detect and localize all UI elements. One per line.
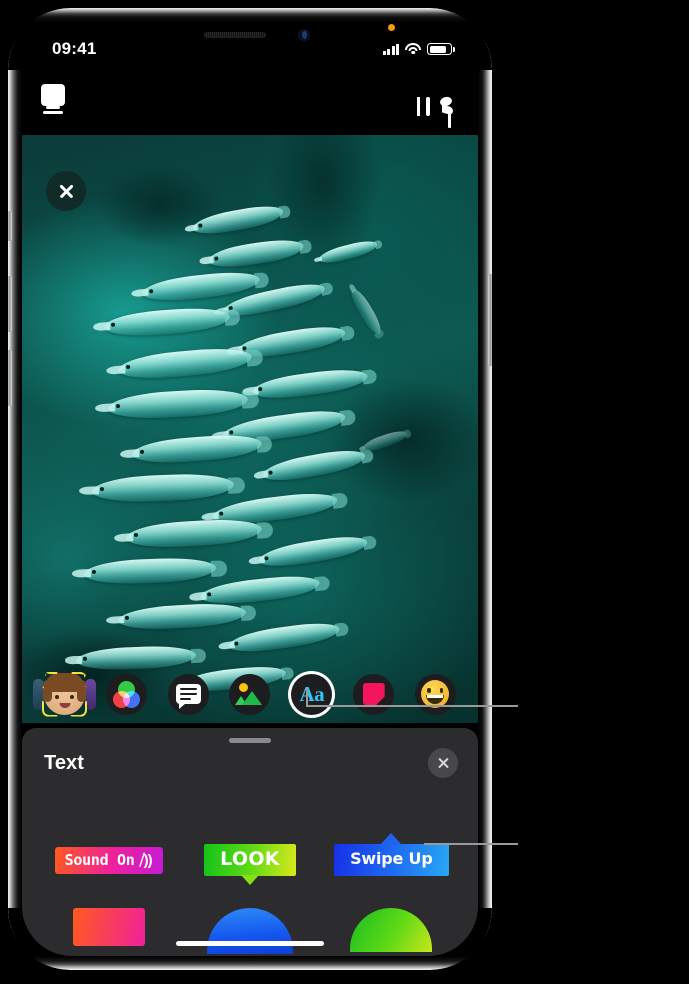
style-swipe-up-label: Swipe Up (350, 849, 433, 868)
status-indicators (382, 24, 455, 55)
phone-device-frame: 09:41 Aa Text Sound On ⧸)) LOOK Swipe Up (8, 8, 492, 970)
effects-item-stickers[interactable] (353, 673, 395, 715)
speaker-grille-icon (204, 32, 266, 38)
effects-item-filters[interactable] (105, 673, 147, 715)
microphone-indicator-dot (387, 24, 395, 31)
style-cell-pink-bar[interactable] (38, 908, 179, 956)
emoji-icon (421, 680, 450, 708)
front-camera-icon (298, 29, 310, 41)
top-toolbar-right-group (417, 95, 456, 128)
phone-screen: 09:41 Aa Text Sound On ⧸)) LOOK Swipe Up (22, 22, 478, 956)
style-look[interactable]: LOOK (204, 844, 296, 876)
callout-line-horizontal (424, 843, 518, 845)
effects-item-text[interactable]: Aa (291, 673, 333, 715)
style-blue-dome[interactable] (207, 908, 293, 954)
power-button[interactable] (488, 274, 492, 366)
text-style-row-2 (38, 908, 462, 956)
effects-item-memoji[interactable] (33, 674, 96, 715)
volume-up-button[interactable] (8, 276, 12, 332)
effects-item-photos[interactable] (229, 673, 271, 715)
text-style-grid: Sound On ⧸)) LOOK Swipe Up (22, 812, 478, 956)
style-cell-green-dome[interactable] (321, 908, 462, 956)
style-look-label: LOOK (220, 848, 280, 870)
style-cell-look[interactable]: LOOK (179, 812, 320, 908)
effects-item-emoji[interactable] (414, 673, 456, 715)
close-media-button[interactable] (46, 171, 86, 211)
silent-switch[interactable] (8, 211, 12, 241)
panel-title: Text (44, 752, 85, 774)
notch (166, 22, 334, 48)
callout-line-vertical (306, 688, 308, 706)
wifi-icon (405, 43, 421, 55)
style-sound-on[interactable]: Sound On ⧸)) (54, 846, 163, 874)
text-style-row-1: Sound On ⧸)) LOOK Swipe Up (38, 812, 462, 908)
effects-item-text-bubble[interactable] (167, 673, 209, 715)
photo-preview[interactable] (22, 135, 478, 723)
layout-icon (417, 96, 430, 116)
text-bubble-icon (175, 684, 201, 709)
style-swipe-up[interactable]: Swipe Up (334, 844, 449, 876)
sound-waves-icon: ⧸)) (139, 851, 153, 869)
style-cell-swipe-up[interactable]: Swipe Up (321, 812, 462, 908)
style-sound-on-label: Sound On (64, 850, 135, 869)
top-toolbar (22, 80, 478, 132)
status-time: 09:41 (52, 39, 97, 58)
style-pink-bar[interactable] (72, 908, 145, 946)
style-cell-blue-dome[interactable] (179, 908, 320, 956)
effects-toolbar: Aa (22, 668, 478, 720)
sheet-drag-handle[interactable] (229, 738, 271, 743)
text-style-panel: Text Sound On ⧸)) LOOK Swipe Up (22, 728, 478, 956)
layout-button[interactable] (417, 96, 430, 116)
callout-line-horizontal (306, 705, 518, 707)
memoji-icon (44, 674, 85, 715)
screenshot-stage: 09:41 Aa Text Sound On ⧸)) LOOK Swipe Up (0, 0, 689, 984)
style-cell-sound-on[interactable]: Sound On ⧸)) (38, 812, 179, 908)
close-icon (58, 183, 75, 200)
home-indicator[interactable] (176, 941, 324, 946)
panel-close-button[interactable] (428, 748, 458, 778)
close-icon (437, 757, 450, 770)
cellular-signal-icon (382, 43, 399, 55)
sticker-icon (362, 683, 385, 705)
style-green-dome[interactable] (350, 908, 433, 952)
text-aa-icon: Aa (299, 681, 325, 706)
battery-icon (427, 43, 455, 55)
volume-down-button[interactable] (8, 350, 12, 406)
